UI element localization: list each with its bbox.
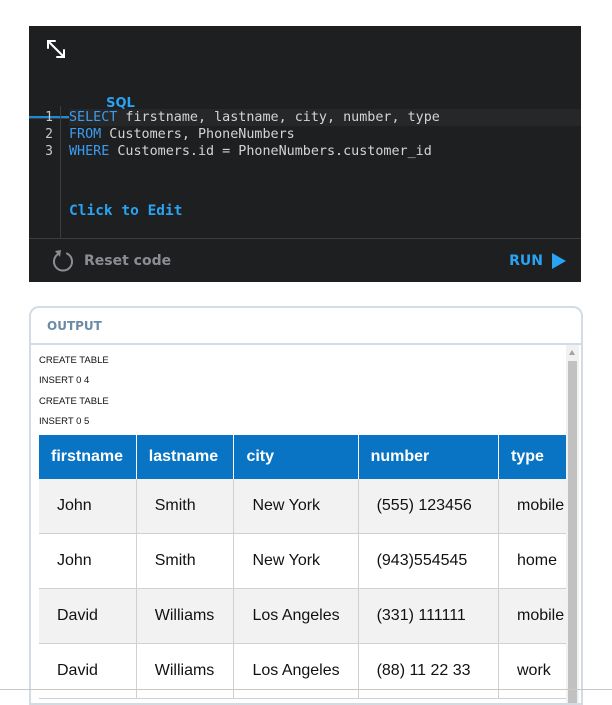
editor-footer: Reset code RUN	[29, 238, 581, 283]
table-cell: (943)554545	[358, 533, 499, 589]
column-header: lastname	[136, 435, 235, 479]
table-cell: (88) 11 22 33	[358, 643, 499, 699]
line-number-gutter: 1 2 3	[29, 106, 61, 238]
output-message: CREATE TABLE	[39, 396, 109, 407]
sql-keyword: WHERE	[69, 144, 110, 159]
reset-icon	[53, 250, 73, 272]
code-area[interactable]: 1 2 3 SELECT firstname, lastname, city, …	[29, 106, 581, 238]
expand-icon[interactable]	[45, 38, 67, 60]
table-cell: Los Angeles	[233, 588, 359, 644]
sql-keyword: SELECT	[69, 110, 118, 125]
table-cell: New York	[233, 479, 359, 534]
table-cell: mobile	[498, 479, 566, 534]
table-cell: Los Angeles	[233, 643, 359, 699]
table-row: John Smith New York (943)554545 home	[39, 533, 566, 589]
output-message: INSERT 0 5	[39, 416, 90, 427]
code-editor: SQL 1 2 3 SELECT firstname, lastname, ci…	[29, 26, 581, 282]
table-cell: John	[39, 533, 137, 589]
line-number: 2	[45, 127, 53, 142]
table-cell: Williams	[136, 588, 235, 644]
table-cell: Smith	[136, 479, 235, 534]
result-table: firstname lastname city number type John…	[39, 435, 566, 699]
column-header: number	[358, 435, 499, 479]
table-cell: (555) 123456	[358, 479, 499, 534]
run-button[interactable]: RUN	[509, 249, 567, 273]
table-cell: home	[498, 533, 566, 589]
divider	[0, 689, 612, 690]
table-cell: (331) 111111	[358, 588, 499, 644]
sql-keyword: FROM	[69, 127, 102, 142]
code-line[interactable]: FROM Customers, PhoneNumbers	[69, 126, 295, 143]
table-cell: John	[39, 479, 137, 534]
click-to-edit-link[interactable]: Click to Edit	[69, 203, 183, 219]
output-message: CREATE TABLE	[39, 355, 109, 366]
output-content[interactable]: CREATE TABLE INSERT 0 4 CREATE TABLE INS…	[31, 345, 566, 703]
play-icon	[552, 253, 566, 269]
output-header: OUTPUT	[31, 308, 581, 345]
line-number: 1	[45, 110, 53, 125]
column-header: firstname	[39, 435, 137, 479]
vertical-scrollbar[interactable]	[566, 345, 579, 703]
column-header: city	[233, 435, 359, 479]
scrollbar-thumb[interactable]	[568, 361, 577, 703]
table-cell: Smith	[136, 533, 235, 589]
reset-code-label: Reset code	[84, 253, 172, 269]
table-row: David Williams Los Angeles (331) 111111 …	[39, 588, 566, 644]
run-label: RUN	[509, 253, 543, 269]
table-cell: David	[39, 643, 137, 699]
output-title: OUTPUT	[47, 319, 102, 333]
table-header-row: firstname lastname city number type	[39, 435, 566, 479]
table-cell: work	[498, 643, 566, 699]
line-number: 3	[45, 144, 53, 159]
output-message: INSERT 0 4	[39, 375, 90, 386]
table-row: John Smith New York (555) 123456 mobile	[39, 479, 566, 534]
output-panel: OUTPUT CREATE TABLE INSERT 0 4 CREATE TA…	[29, 306, 583, 705]
code-line[interactable]: SELECT firstname, lastname, city, number…	[69, 109, 581, 126]
table-cell: mobile	[498, 588, 566, 644]
column-header: type	[498, 435, 566, 479]
code-line[interactable]: WHERE Customers.id = PhoneNumbers.custom…	[69, 143, 432, 160]
table-row: David Williams Los Angeles (88) 11 22 33…	[39, 643, 566, 699]
code-text: Customers.id = PhoneNumbers.customer_id	[109, 144, 432, 159]
table-cell: New York	[233, 533, 359, 589]
code-text: Customers, PhoneNumbers	[101, 127, 295, 142]
code-text: firstname, lastname, city, number, type	[117, 110, 440, 125]
scroll-up-icon[interactable]	[569, 350, 575, 355]
table-cell: Williams	[136, 643, 235, 699]
table-cell: David	[39, 588, 137, 644]
reset-code-button[interactable]: Reset code	[50, 249, 171, 273]
